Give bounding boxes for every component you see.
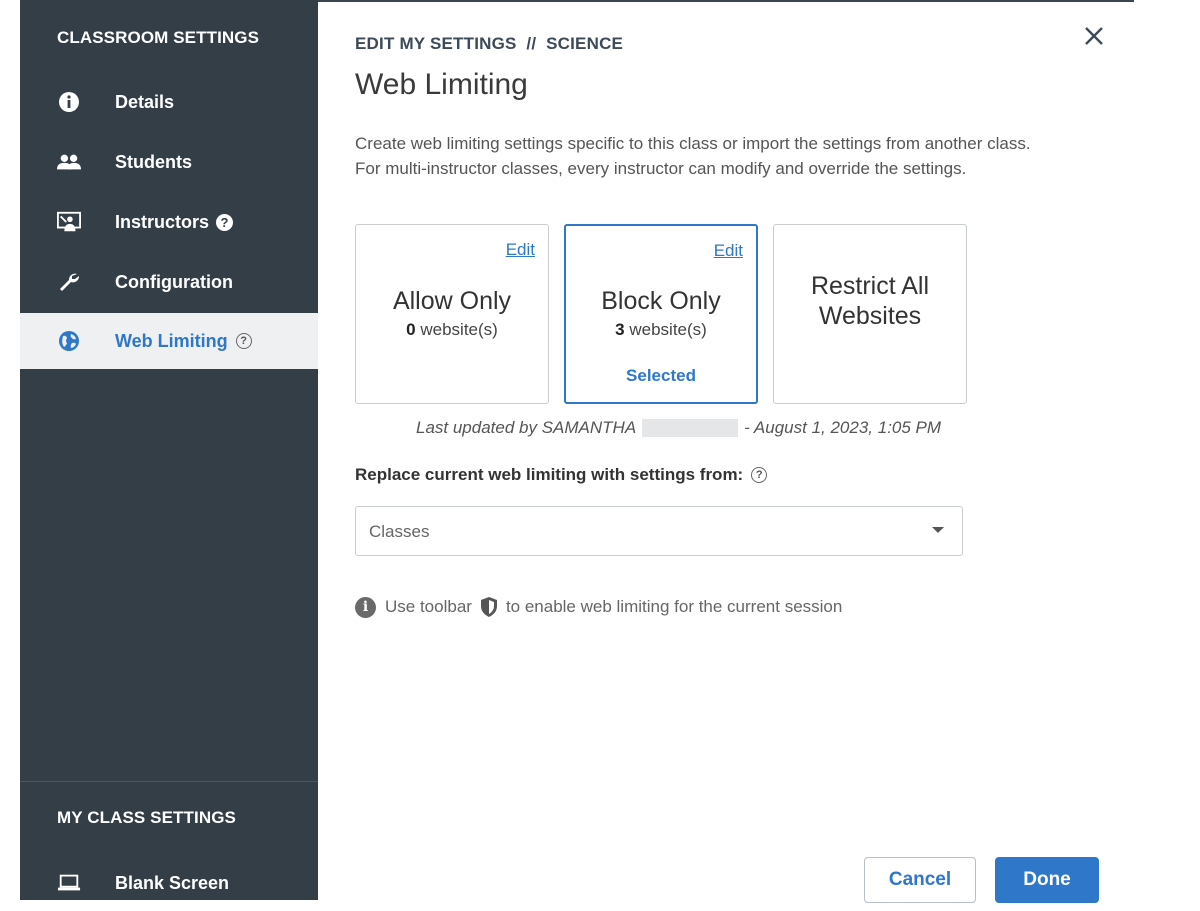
shield-icon [479, 596, 499, 618]
hint-suffix: to enable web limiting for the current s… [505, 597, 843, 616]
count-suffix: website(s) [415, 320, 498, 339]
sidebar-item-label: Students [115, 151, 193, 172]
instructors-label: Instructors [115, 211, 210, 232]
sidebar-item-students[interactable]: Students [20, 134, 318, 190]
settings-sidebar: CLASSROOM SETTINGS Details Students Inst… [20, 0, 318, 900]
info-icon: i [355, 596, 376, 618]
close-icon[interactable] [1078, 20, 1110, 52]
laptop-icon [57, 871, 81, 895]
sidebar-item-details[interactable]: Details [20, 74, 318, 130]
sidebar-item-label: Blank Screen [115, 872, 230, 893]
description-line: Create web limiting settings specific to… [355, 134, 1031, 153]
web-limiting-label: Web Limiting [115, 330, 228, 351]
website-count: 3 website(s) [566, 320, 756, 340]
description-line: For multi-instructor classes, every inst… [355, 159, 967, 178]
replace-settings-label: Replace current web limiting with settin… [355, 465, 768, 485]
classes-select[interactable]: Classes [355, 506, 963, 556]
help-icon[interactable]: ? [751, 467, 768, 483]
toolbar-hint: i Use toolbar to enable web limiting for… [355, 596, 842, 618]
sidebar-item-configuration[interactable]: Configuration [20, 254, 318, 310]
selected-badge: Selected [626, 366, 696, 385]
help-icon[interactable]: ? [235, 333, 252, 349]
cancel-button[interactable]: Cancel [864, 857, 976, 903]
website-count: 0 website(s) [356, 320, 548, 340]
select-value: Classes [369, 522, 430, 541]
card-title-line: Websites [818, 302, 922, 330]
allow-only-card[interactable]: Edit Allow Only 0 website(s) [355, 224, 549, 404]
presenter-icon [57, 210, 81, 234]
count-value: 0 [406, 320, 416, 339]
sidebar-item-blank-screen[interactable]: Blank Screen [20, 855, 318, 911]
sidebar-item-label: Web Limiting ? [115, 331, 252, 352]
replace-label-text: Replace current web limiting with settin… [355, 465, 744, 484]
redacted-name [642, 419, 739, 437]
wrench-icon [57, 270, 81, 294]
card-title: Block Only [601, 287, 721, 315]
help-icon[interactable]: ? [216, 213, 234, 231]
sidebar-divider [20, 781, 318, 782]
sidebar-item-label: Instructors ? [115, 211, 234, 233]
people-icon [57, 150, 81, 174]
sidebar-item-instructors[interactable]: Instructors ? [20, 194, 318, 250]
description: Create web limiting settings specific to… [355, 131, 1115, 181]
card-title-line: Restrict All [810, 272, 930, 300]
hint-prefix: Use toolbar [385, 597, 472, 616]
classroom-settings-heading: CLASSROOM SETTINGS [57, 28, 260, 47]
restrict-all-card[interactable]: Restrict All Websites [773, 224, 967, 404]
card-title: Allow Only [392, 287, 512, 315]
chevron-down-icon [932, 527, 944, 533]
globe-icon [57, 329, 81, 353]
count-value: 3 [615, 320, 625, 339]
last-updated: Last updated by SAMANTHA - August 1, 202… [416, 418, 941, 438]
last-updated-prefix: Last updated by SAMANTHA [416, 418, 637, 437]
breadcrumb: EDIT MY SETTINGS // SCIENCE [355, 34, 624, 53]
sidebar-item-label: Configuration [115, 271, 233, 292]
my-class-settings-heading: MY CLASS SETTINGS [57, 808, 236, 827]
sidebar-item-web-limiting[interactable]: Web Limiting ? [20, 313, 318, 369]
block-only-card[interactable]: Edit Block Only 3 website(s) Selected [564, 224, 758, 404]
edit-allow-only-link[interactable]: Edit [506, 240, 535, 260]
done-button[interactable]: Done [995, 857, 1099, 903]
settings-main-panel: EDIT MY SETTINGS // SCIENCE Web Limiting… [318, 0, 1200, 903]
count-suffix: website(s) [624, 320, 707, 339]
page-title: Web Limiting [355, 68, 528, 101]
edit-block-only-link[interactable]: Edit [714, 241, 743, 261]
sidebar-item-label: Details [115, 91, 175, 112]
info-icon [57, 90, 81, 114]
last-updated-suffix: - August 1, 2023, 1:05 PM [744, 418, 942, 437]
